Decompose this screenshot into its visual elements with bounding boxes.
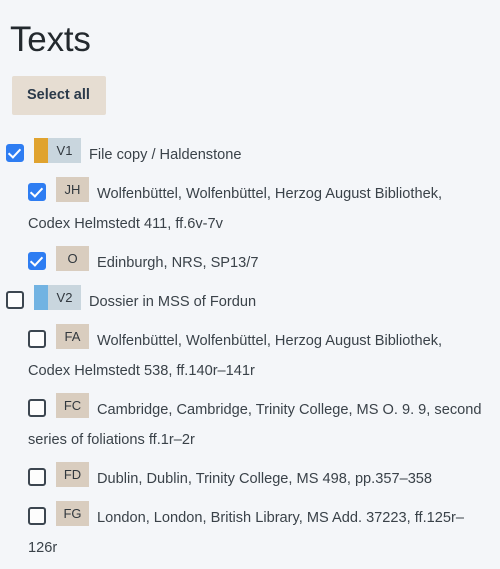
list-item[interactable]: FG London, London, British Library, MS Ad… bbox=[6, 500, 486, 563]
sigil-badge: O bbox=[56, 245, 89, 271]
list-item-body: FD Dublin, Dublin, Trinity College, MS 49… bbox=[28, 461, 486, 494]
sigil-badge: FG bbox=[56, 500, 89, 526]
sigil-label: V1 bbox=[48, 137, 81, 163]
checkbox-checked[interactable] bbox=[6, 143, 24, 162]
sigil-label: V2 bbox=[48, 284, 81, 310]
list-item-body: FC Cambridge, Cambridge, Trinity College,… bbox=[28, 392, 486, 455]
checkbox-checked[interactable] bbox=[28, 182, 46, 201]
list-item-body: V2 Dossier in MSS of Fordun bbox=[6, 284, 486, 317]
checkbox-unchecked[interactable] bbox=[28, 467, 46, 486]
list-item-label: London, London, British Library, MS Add.… bbox=[28, 509, 464, 556]
sigil-badge: JH bbox=[56, 176, 89, 202]
sigil-label: FG bbox=[56, 500, 89, 526]
list-item-body: JH Wolfenbüttel, Wolfenbüttel, Herzog Aug… bbox=[28, 176, 486, 239]
checkbox-checked[interactable] bbox=[28, 251, 46, 270]
checkbox-unchecked[interactable] bbox=[6, 290, 24, 309]
list-item-label: Edinburgh, NRS, SP13/7 bbox=[97, 254, 259, 271]
list-item[interactable]: FC Cambridge, Cambridge, Trinity College,… bbox=[6, 392, 486, 455]
checkbox-unchecked[interactable] bbox=[28, 329, 46, 348]
sigil-badge: V1 bbox=[34, 137, 81, 163]
checkbox-unchecked[interactable] bbox=[28, 398, 46, 417]
sigil-badge: FD bbox=[56, 461, 89, 487]
list-item[interactable]: O Edinburgh, NRS, SP13/7 bbox=[6, 245, 486, 278]
list-item[interactable]: V2 Dossier in MSS of Fordun bbox=[6, 284, 486, 317]
list-item-body: FG London, London, British Library, MS Ad… bbox=[28, 500, 486, 563]
page-title: Texts bbox=[10, 20, 91, 59]
sigil-label: FC bbox=[56, 392, 89, 418]
sigil-label: FA bbox=[56, 323, 89, 349]
list-item-label: Wolfenbüttel, Wolfenbüttel, Herzog Augus… bbox=[28, 332, 443, 379]
list-item-body: FA Wolfenbüttel, Wolfenbüttel, Herzog Aug… bbox=[28, 323, 486, 386]
sigil-badge: V2 bbox=[34, 284, 81, 310]
texts-page: Texts Select all V1 File copy / Haldensto… bbox=[0, 0, 500, 569]
sigil-label: JH bbox=[56, 176, 89, 202]
sigil-badge: FC bbox=[56, 392, 89, 418]
badge-color-stripe bbox=[34, 284, 48, 310]
toolbar: Select all bbox=[6, 57, 486, 115]
list-item-label: Dossier in MSS of Fordun bbox=[89, 293, 257, 310]
list-item-label: Dublin, Dublin, Trinity College, MS 498,… bbox=[97, 470, 433, 487]
list-item[interactable]: FD Dublin, Dublin, Trinity College, MS 49… bbox=[6, 461, 486, 494]
list-item[interactable]: FA Wolfenbüttel, Wolfenbüttel, Herzog Aug… bbox=[6, 323, 486, 386]
texts-list: V1 File copy / Haldenstone JH Wolfenbüttel,… bbox=[6, 115, 486, 563]
sigil-label: O bbox=[56, 245, 89, 271]
list-item-label: File copy / Haldenstone bbox=[89, 146, 242, 163]
select-all-button[interactable]: Select all bbox=[12, 76, 106, 115]
list-item[interactable]: V1 File copy / Haldenstone bbox=[6, 137, 486, 170]
list-item-body: O Edinburgh, NRS, SP13/7 bbox=[28, 245, 486, 278]
list-item-label: Cambridge, Cambridge, Trinity College, M… bbox=[28, 401, 482, 448]
badge-color-stripe bbox=[34, 137, 48, 163]
sigil-badge: FA bbox=[56, 323, 89, 349]
list-item[interactable]: JH Wolfenbüttel, Wolfenbüttel, Herzog Aug… bbox=[6, 176, 486, 239]
list-item-label: Wolfenbüttel, Wolfenbüttel, Herzog Augus… bbox=[28, 185, 443, 232]
checkbox-unchecked[interactable] bbox=[28, 506, 46, 525]
list-item-body: V1 File copy / Haldenstone bbox=[6, 137, 486, 170]
sigil-label: FD bbox=[56, 461, 89, 487]
